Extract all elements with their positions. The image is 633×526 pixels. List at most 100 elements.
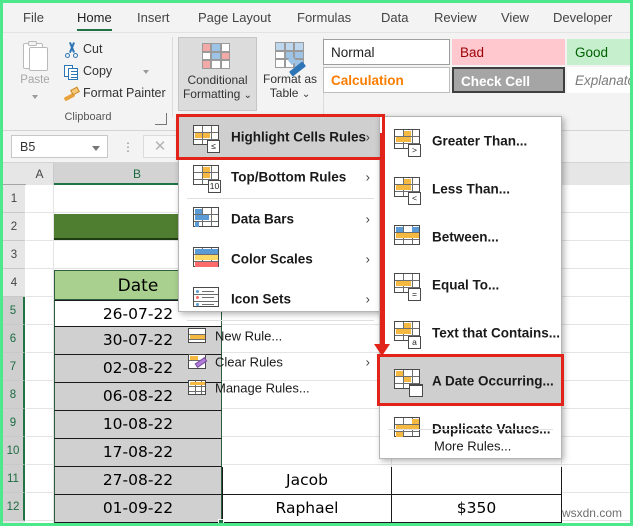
watermark: wsxdn.com [561, 506, 622, 520]
cut-label: Cut [83, 42, 103, 56]
tab-file-label: File [23, 10, 44, 25]
cell-style-normal[interactable]: Normal [323, 39, 450, 65]
format-as-table-label-2: Table ⌄ [269, 86, 311, 100]
tab-page-layout[interactable]: Page Layout [192, 3, 277, 33]
tab-review[interactable]: Review [428, 3, 483, 33]
conditional-formatting-label-1: Conditional [187, 73, 248, 87]
ribbon-divider-1 [172, 37, 173, 117]
between-grid-icon [394, 225, 420, 249]
data-bars-grid-icon [193, 207, 219, 231]
date-cell-7[interactable]: 27-08-22 [54, 467, 222, 495]
row-header-9[interactable]: 9 [3, 409, 25, 437]
cell-style-check-cell[interactable]: Check Cell [452, 67, 565, 93]
clear-rules-icon [188, 354, 208, 370]
cut-button[interactable]: Cut [61, 39, 102, 60]
row-header-12[interactable]: 12 [3, 493, 25, 521]
cell-style-good[interactable]: Good [567, 39, 630, 65]
name-box[interactable]: B5 [11, 135, 108, 158]
submenu-item-less-than[interactable]: < Less Than... [380, 165, 561, 213]
submenu-item-more-rules[interactable]: More Rules... [380, 433, 561, 459]
cell-style-calculation[interactable]: Calculation [323, 67, 450, 93]
tab-home-label: Home [77, 10, 112, 25]
paste-chevron-down-icon[interactable] [32, 95, 38, 99]
name-box-value: B5 [20, 140, 36, 154]
row-header-8[interactable]: 8 [3, 381, 25, 409]
conditional-formatting-button[interactable]: Conditional Formatting ⌄ [178, 37, 257, 111]
tab-formulas-label: Formulas [297, 10, 352, 25]
formula-bar-more-icon[interactable]: ⋮ [122, 140, 134, 154]
top-bottom-10-grid-icon: 10 [193, 165, 221, 193]
tab-data[interactable]: Data [375, 3, 414, 33]
manage-rules-icon [188, 380, 206, 396]
menu-item-data-bars[interactable]: Data Bars › [179, 199, 382, 239]
clipboard-group-label: Clipboard [64, 111, 112, 123]
menu-item-color-scales[interactable]: Color Scales › [179, 239, 382, 279]
tab-view[interactable]: View [495, 3, 535, 33]
paintbrush-icon [63, 85, 80, 102]
greater-than-grid-icon: > [394, 129, 421, 157]
row-header-3[interactable]: 3 [3, 241, 25, 269]
format-as-table-button[interactable]: Format as Table ⌄ [259, 37, 321, 111]
row-header-6[interactable]: 6 [3, 325, 25, 353]
annotation-box-highlight-cells-rules [176, 114, 385, 160]
date-cell-8[interactable]: 01-09-22 [54, 495, 222, 523]
menu-item-clear-rules[interactable]: Clear Rules › [179, 349, 382, 375]
row-header-4[interactable]: 4 [3, 269, 25, 297]
tab-view-label: View [501, 10, 529, 25]
copy-icon [63, 63, 80, 80]
row-header-7[interactable]: 7 [3, 353, 25, 381]
column-header-a[interactable]: A [26, 163, 54, 185]
row-header-5[interactable]: 5 [3, 297, 25, 325]
selection-fill-handle[interactable] [218, 519, 224, 523]
submenu-item-between[interactable]: Between... [380, 213, 561, 261]
paste-button[interactable]: Paste [9, 37, 61, 99]
row-header-11[interactable]: 11 [3, 465, 25, 493]
name-cell-jacob[interactable]: Jacob [222, 467, 392, 495]
tab-developer[interactable]: Developer [547, 3, 618, 33]
tab-insert[interactable]: Insert [131, 3, 176, 33]
tab-home[interactable]: Home [71, 3, 118, 33]
submenu-separator [388, 429, 553, 430]
equal-to-grid-icon: = [394, 273, 421, 301]
menu-item-icon-sets[interactable]: Icon Sets › [179, 279, 382, 319]
menu-item-top-bottom-rules[interactable]: 10 Top/Bottom Rules › [179, 157, 382, 197]
row-header-13[interactable] [3, 521, 25, 523]
annotation-arrow-line [380, 133, 385, 348]
format-as-table-icon [275, 42, 307, 77]
amount-cell-raphael[interactable]: $350 [392, 495, 562, 523]
row-header-2[interactable]: 2 [3, 213, 25, 241]
column-header-e[interactable] [561, 163, 630, 185]
menu-item-new-rule[interactable]: New Rule... [179, 323, 382, 349]
cell-style-explanatory[interactable]: Explanatory ... [567, 67, 630, 93]
format-painter-label: Format Painter [83, 86, 166, 100]
copy-chevron-down-icon[interactable] [143, 70, 149, 74]
less-than-grid-icon: < [394, 177, 421, 205]
clipboard-dialog-launcher[interactable] [155, 113, 167, 125]
chevron-right-icon: › [365, 291, 370, 307]
tab-data-label: Data [381, 10, 409, 25]
submenu-item-text-that-contains[interactable]: a Text that Contains... [380, 309, 561, 357]
new-rule-icon [188, 328, 206, 344]
menu-item-manage-rules[interactable]: Manage Rules... [179, 375, 382, 401]
icon-sets-grid-icon [193, 287, 219, 311]
copy-label: Copy [83, 64, 113, 78]
tab-formulas[interactable]: Formulas [291, 3, 357, 33]
tab-file[interactable]: File [17, 3, 50, 33]
row-header-10[interactable]: 10 [3, 437, 25, 465]
submenu-item-equal-to[interactable]: = Equal To... [380, 261, 561, 309]
chevron-right-icon: › [365, 354, 370, 370]
tab-insert-label: Insert [137, 10, 170, 25]
name-cell-raphael[interactable]: Raphael [222, 495, 392, 523]
date-cell-5[interactable]: 10-08-22 [54, 411, 222, 439]
cell-style-bad[interactable]: Bad [452, 39, 565, 65]
date-cell-6[interactable]: 17-08-22 [54, 439, 222, 467]
chevron-right-icon: › [365, 211, 370, 227]
paste-label: Paste [20, 74, 50, 86]
name-box-chevron-down-icon[interactable] [92, 146, 100, 151]
cancel-icon[interactable]: ✕ [143, 135, 177, 158]
submenu-item-greater-than[interactable]: > Greater Than... [380, 117, 561, 165]
row-header-1[interactable]: 1 [3, 185, 25, 213]
copy-button[interactable]: Copy [61, 61, 149, 82]
format-painter-button[interactable]: Format Painter [61, 83, 166, 104]
amount-cell-jacob[interactable] [392, 467, 562, 495]
